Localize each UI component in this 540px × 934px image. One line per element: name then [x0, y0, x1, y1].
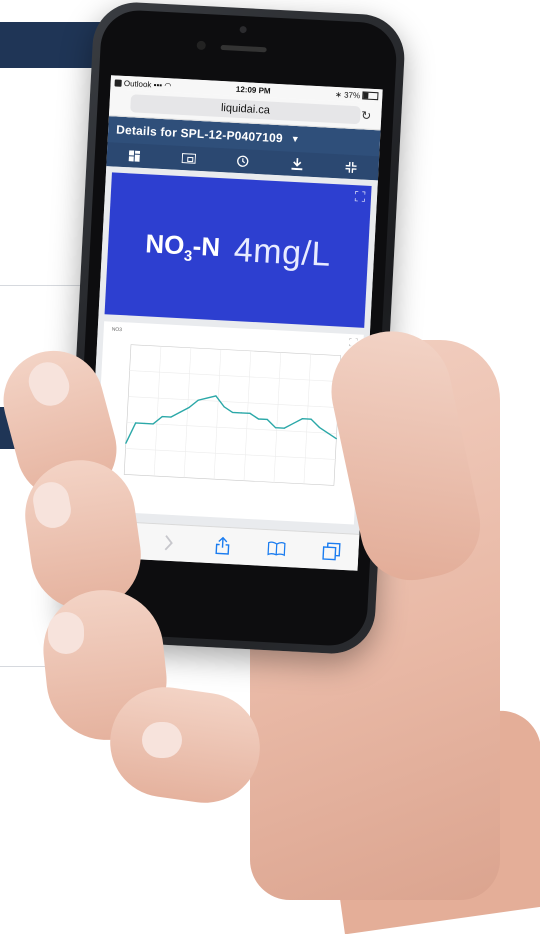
line-chart	[123, 344, 342, 486]
forward-icon[interactable]	[159, 533, 178, 552]
fingernail	[142, 722, 182, 758]
background-header-bar	[0, 22, 100, 68]
chart-gridline	[128, 396, 338, 408]
dashboard-icon[interactable]	[126, 147, 143, 164]
clock-time: 12:09 PM	[235, 84, 271, 96]
chart-gridline	[243, 350, 252, 481]
chart-gridline	[213, 349, 222, 480]
share-icon[interactable]	[213, 536, 232, 555]
tabs-icon[interactable]	[322, 542, 341, 561]
chart-card: NO3	[94, 321, 364, 525]
metric-card: NO3-N 4mg/L	[104, 172, 372, 328]
chart-gridline	[183, 347, 192, 478]
back-to-app-icon	[114, 78, 122, 87]
battery-icon	[362, 90, 379, 100]
chart-gridline	[273, 352, 282, 483]
expand-icon[interactable]	[354, 191, 366, 202]
page-title: Details for SPL-12-P0407109	[115, 122, 284, 146]
chart-gridline	[126, 422, 337, 434]
clock-icon[interactable]	[234, 153, 251, 170]
chart-gridline	[129, 370, 340, 382]
parameter-label: NO3-N	[144, 228, 221, 265]
fingernail	[48, 612, 84, 654]
battery-status: ∗ 37%	[335, 89, 379, 100]
bookmarks-icon[interactable]	[267, 539, 286, 558]
collapse-icon[interactable]	[343, 159, 360, 176]
carrier-label: Outlook ▪▪▪ ◠	[114, 78, 172, 90]
chevron-down-icon: ▼	[290, 133, 301, 145]
chart-plot-area	[123, 344, 342, 486]
series-line	[125, 395, 337, 444]
metric-value: 4mg/L	[233, 230, 332, 274]
chart-gridline	[125, 448, 336, 460]
chart-gridline	[153, 346, 162, 477]
device-icon[interactable]	[180, 150, 197, 167]
reload-icon[interactable]: ↻	[361, 108, 372, 123]
url-text: liquidai.ca	[220, 102, 271, 117]
download-icon[interactable]	[289, 156, 306, 173]
background-divider	[0, 285, 90, 286]
